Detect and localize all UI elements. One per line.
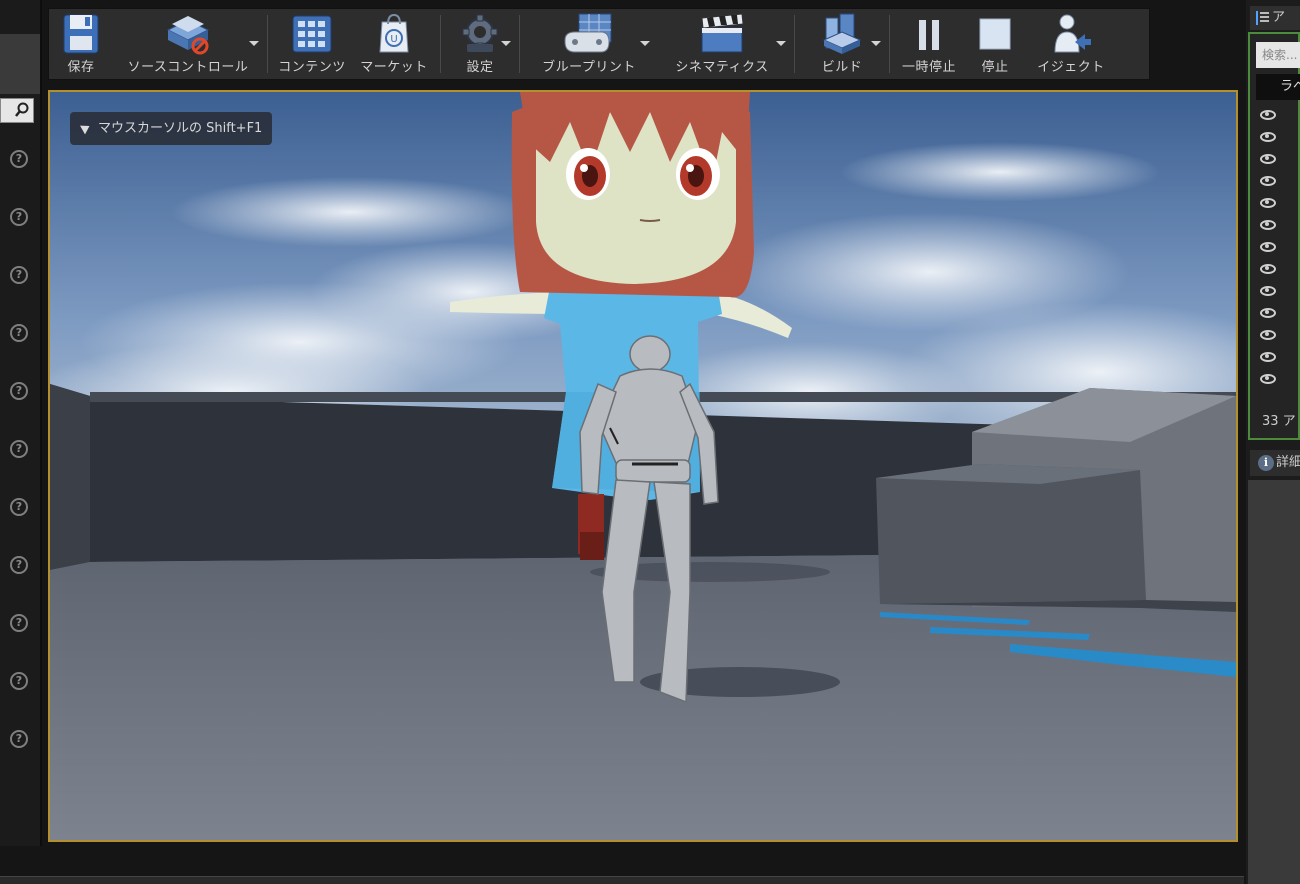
content-browser-icon	[292, 15, 332, 53]
block-small	[876, 464, 1146, 604]
chevron-down-icon[interactable]	[640, 41, 650, 46]
build-button[interactable]: ビルド	[799, 9, 885, 79]
content-label: コンテンツ	[278, 60, 346, 75]
settings-label: 設定	[466, 60, 494, 75]
stop-icon	[979, 18, 1011, 50]
help-icon[interactable]: ?	[10, 150, 28, 168]
source-control-button[interactable]: ソースコントロール	[113, 9, 263, 79]
left-panel: ? ? ? ? ? ? ? ? ? ? ?	[0, 0, 42, 846]
chevron-down-icon[interactable]	[776, 41, 786, 46]
visibility-eye-icon[interactable]	[1260, 286, 1276, 296]
visibility-eye-icon[interactable]	[1260, 110, 1276, 120]
actor-count: 33 ア	[1262, 414, 1296, 429]
viewport-hint-overlay: マウスカーソルの Shift+F1	[70, 112, 273, 145]
hint-text: マウスカーソルの Shift+F1	[98, 121, 263, 136]
bottom-panel-edge	[0, 876, 1244, 884]
help-icon[interactable]: ?	[10, 440, 28, 458]
blueprints-label: ブループリント	[542, 60, 636, 75]
left-panel-header	[0, 34, 40, 94]
chevron-down-icon[interactable]	[501, 41, 511, 46]
visibility-eye-icon[interactable]	[1260, 242, 1276, 252]
help-icon[interactable]: ?	[10, 324, 28, 342]
marketplace-icon: U	[379, 13, 409, 53]
visibility-eye-icon[interactable]	[1260, 352, 1276, 362]
visibility-eye-icon[interactable]	[1260, 264, 1276, 274]
save-icon	[63, 14, 99, 54]
toolbar-separator	[889, 15, 890, 73]
pause-icon	[919, 20, 939, 50]
visibility-eye-icon[interactable]	[1260, 308, 1276, 318]
eject-icon	[1054, 14, 1091, 53]
visibility-eye-icon[interactable]	[1260, 374, 1276, 384]
svg-text:U: U	[390, 34, 397, 45]
viewport-scene	[50, 92, 1236, 840]
visibility-eye-icon[interactable]	[1260, 220, 1276, 230]
chevron-down-icon[interactable]	[249, 41, 259, 46]
details-panel	[1248, 480, 1300, 884]
help-icon[interactable]: ?	[10, 614, 28, 632]
level-viewport[interactable]: マウスカーソルの Shift+F1	[48, 90, 1238, 842]
save-label: 保存	[67, 60, 95, 75]
eject-label: イジェクト	[1037, 60, 1105, 75]
toolbar-separator	[440, 15, 441, 73]
help-icon[interactable]: ?	[10, 672, 28, 690]
pause-label: 一時停止	[901, 60, 956, 75]
details-tab-label: 詳細	[1276, 455, 1300, 470]
build-icon	[822, 13, 862, 54]
main-toolbar: 保存 ソースコントロール コンテンツ U マーケット 設定 ブループリント シネ…	[48, 8, 1150, 80]
build-label: ビルド	[821, 60, 863, 75]
tab-details[interactable]: i 詳細	[1250, 450, 1300, 476]
stop-label: 停止	[981, 60, 1009, 75]
outliner-list-icon	[1256, 11, 1269, 25]
help-icon[interactable]: ?	[10, 266, 28, 284]
cinematics-label: シネマティクス	[675, 60, 769, 75]
toolbar-separator	[519, 15, 520, 73]
mouse-cursor-icon	[80, 121, 92, 135]
right-panel: ア 検索... ラベル 33 ア i 詳細	[1246, 0, 1300, 884]
tab-world-outliner[interactable]: ア	[1250, 6, 1300, 30]
world-outliner: 検索... ラベル 33 ア	[1248, 32, 1300, 440]
help-icon[interactable]: ?	[10, 556, 28, 574]
cinematics-button[interactable]: シネマティクス	[654, 9, 790, 79]
visibility-eye-icon[interactable]	[1260, 154, 1276, 164]
help-icon[interactable]: ?	[10, 498, 28, 516]
visibility-eye-icon[interactable]	[1260, 330, 1276, 340]
visibility-eye-icon[interactable]	[1260, 132, 1276, 142]
blueprints-button[interactable]: ブループリント	[524, 9, 654, 79]
help-icon[interactable]: ?	[10, 208, 28, 226]
source-control-icon	[166, 16, 210, 55]
clapperboard-icon	[701, 13, 744, 53]
toolbar-separator	[267, 15, 268, 73]
visibility-eye-icon[interactable]	[1260, 176, 1276, 186]
marketplace-label: マーケット	[360, 60, 428, 75]
source-control-label: ソースコントロール	[127, 60, 249, 75]
outliner-column-header[interactable]: ラベル	[1256, 74, 1300, 100]
stop-button[interactable]: 停止	[964, 9, 1026, 79]
visibility-eye-icon[interactable]	[1260, 198, 1276, 208]
settings-gear-icon	[462, 14, 498, 52]
toolbar-separator	[794, 15, 795, 73]
blueprint-icon	[564, 13, 612, 53]
info-icon: i	[1258, 455, 1274, 471]
save-button[interactable]: 保存	[49, 9, 113, 79]
eject-button[interactable]: イジェクト	[1026, 9, 1116, 79]
left-search-input[interactable]	[0, 98, 34, 123]
pause-button[interactable]: 一時停止	[894, 9, 964, 79]
chevron-down-icon[interactable]	[871, 41, 881, 46]
help-icon[interactable]: ?	[10, 382, 28, 400]
search-icon	[15, 102, 29, 117]
settings-button[interactable]: 設定	[445, 9, 515, 79]
outliner-tab-label: ア	[1272, 10, 1286, 25]
content-button[interactable]: コンテンツ	[272, 9, 352, 79]
marketplace-button[interactable]: U マーケット	[352, 9, 436, 79]
outliner-visibility-column	[1260, 98, 1276, 384]
help-icon-column: ? ? ? ? ? ? ? ? ? ? ?	[10, 150, 30, 788]
help-icon[interactable]: ?	[10, 730, 28, 748]
outliner-search-input[interactable]: 検索...	[1256, 42, 1300, 68]
